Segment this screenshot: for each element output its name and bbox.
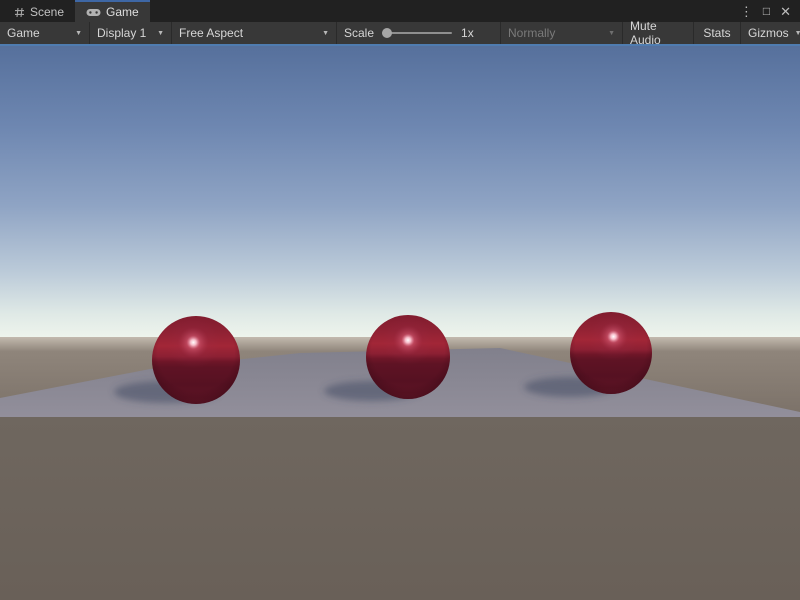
tab-scene[interactable]: Scene: [3, 0, 75, 22]
gizmos-dropdown[interactable]: Gizmos ▼: [740, 22, 800, 44]
grid-icon: [14, 7, 25, 18]
scale-slider-track: [382, 32, 452, 34]
menu-icon[interactable]: ⋮: [740, 5, 753, 18]
red-sphere-2: [366, 315, 450, 399]
display-dropdown[interactable]: Display 1 ▼: [90, 22, 172, 44]
stats-label: Stats: [703, 26, 730, 40]
enter-play-mode-label: Normally: [508, 26, 555, 40]
tab-scene-label: Scene: [30, 5, 64, 19]
scale-control: Scale 1x: [337, 22, 500, 44]
unity-game-view-window: Scene Game ⋮ □ ✕ Game ▼ Display 1: [0, 0, 800, 600]
game-toolbar: Game ▼ Display 1 ▼ Free Aspect ▼ Scale 1…: [0, 22, 800, 44]
sky: [0, 46, 800, 337]
close-icon[interactable]: ✕: [780, 5, 791, 18]
tab-game[interactable]: Game: [75, 0, 150, 22]
mute-audio-label: Mute Audio: [630, 19, 686, 47]
game-scene-svg: [0, 46, 800, 600]
red-sphere-3: [570, 312, 652, 394]
aspect-label: Free Aspect: [179, 26, 243, 40]
maximize-icon[interactable]: □: [763, 5, 770, 17]
stats-button[interactable]: Stats: [693, 22, 740, 44]
chevron-down-icon: ▼: [75, 30, 82, 37]
chevron-down-icon: ▼: [322, 30, 329, 37]
red-sphere-1: [152, 316, 240, 404]
view-selector-dropdown[interactable]: Game ▼: [0, 22, 90, 44]
scale-slider[interactable]: [382, 27, 452, 39]
display-label: Display 1: [97, 26, 146, 40]
gamepad-icon: [86, 8, 101, 17]
enter-play-mode-dropdown[interactable]: Normally ▼: [500, 22, 622, 44]
chevron-down-icon: ▼: [608, 30, 615, 37]
chevron-down-icon: ▼: [157, 30, 164, 37]
scale-value: 1x: [461, 26, 474, 40]
mute-audio-button[interactable]: Mute Audio: [622, 22, 693, 44]
tab-game-label: Game: [106, 5, 139, 19]
view-selector-label: Game: [7, 26, 40, 40]
chevron-down-icon: ▼: [795, 30, 800, 37]
game-viewport[interactable]: [0, 46, 800, 600]
aspect-ratio-dropdown[interactable]: Free Aspect ▼: [172, 22, 337, 44]
scale-label: Scale: [344, 26, 374, 40]
scale-slider-knob[interactable]: [382, 28, 392, 38]
window-controls: ⋮ □ ✕: [740, 0, 800, 22]
near-ground: [0, 417, 800, 600]
gizmos-label: Gizmos: [748, 26, 789, 40]
